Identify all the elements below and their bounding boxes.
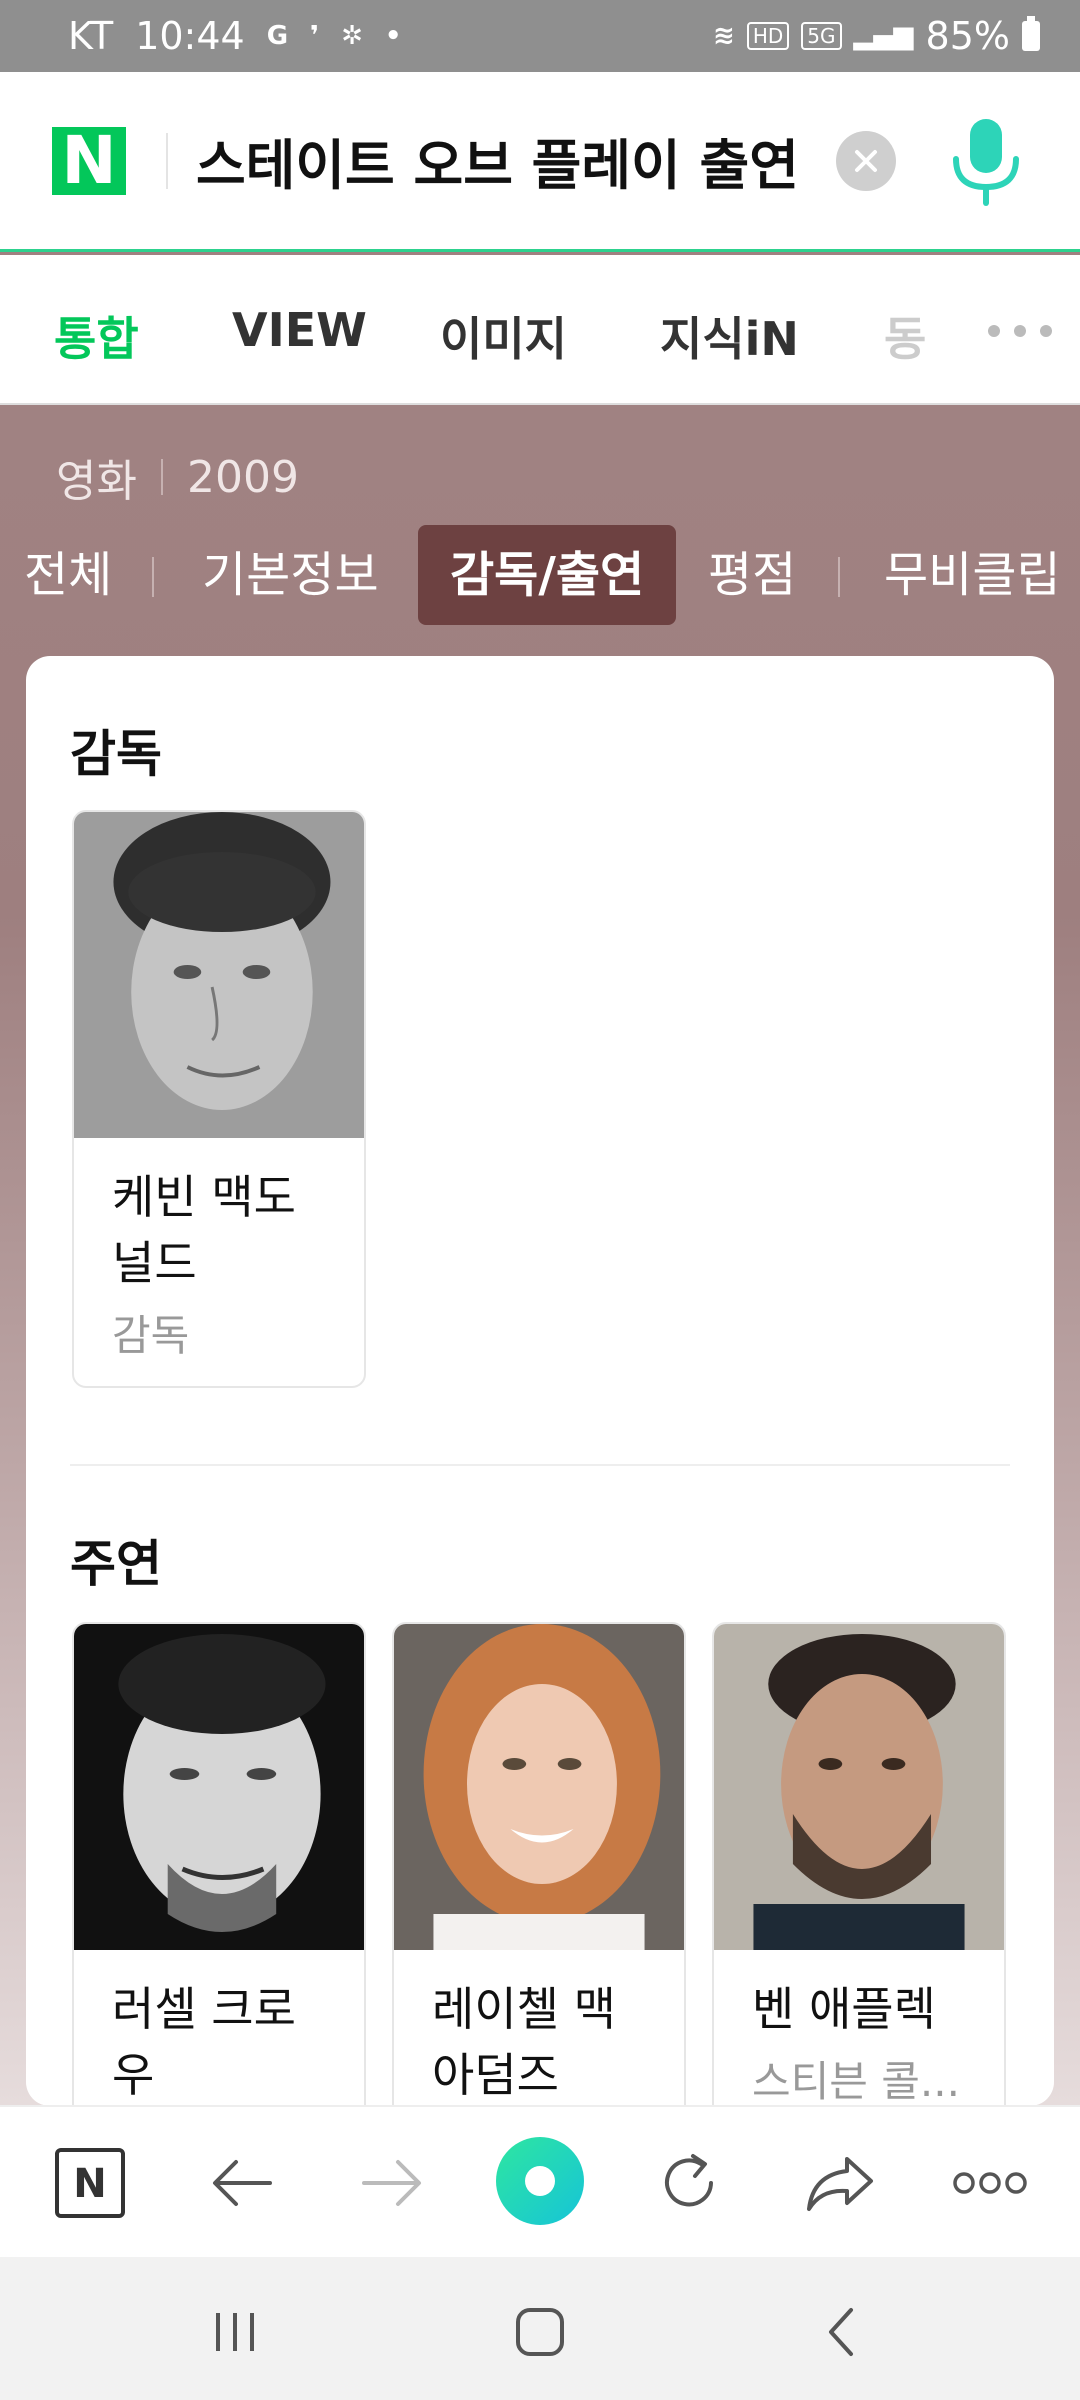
system-back-button[interactable] <box>805 2297 875 2367</box>
refresh-button[interactable] <box>650 2143 730 2223</box>
recents-button[interactable] <box>200 2297 270 2367</box>
tab-integrated[interactable]: 통합 <box>54 303 139 369</box>
svg-text:N: N <box>73 2161 106 2207</box>
tabs-more-button[interactable] <box>988 325 1052 337</box>
person-role: 스티븐 콜... <box>752 2057 960 2106</box>
browser-toolbar: N <box>0 2105 1080 2257</box>
message-icon: ❜ <box>310 21 320 51</box>
person-card-director[interactable]: 케빈 맥도 널드 감독 <box>72 810 366 1388</box>
home-button[interactable] <box>505 2297 575 2367</box>
search-bar: N 스테이트 오브 플레이 출연 <box>0 72 1080 252</box>
movie-year: 2009 <box>186 451 299 503</box>
more-button[interactable] <box>950 2143 1030 2223</box>
hd-badge: HD <box>746 22 790 50</box>
battery-percent: 85% <box>925 14 1010 58</box>
settings-dot-icon: ✲ <box>341 21 363 51</box>
share-button[interactable] <box>800 2143 880 2223</box>
person-card-cast-2[interactable]: 레이첼 맥 아덤즈 <box>392 1622 686 2142</box>
movie-meta: 영화 2009 <box>56 445 299 509</box>
cast-crew-card: 감독 케빈 맥도 널드 감독 주연 러셀 크로 우 레이첼 맥 아덤즈 벤 애플… <box>26 656 1054 2142</box>
green-dot-button[interactable] <box>494 2135 586 2227</box>
movie-genre: 영화 <box>56 456 137 507</box>
home-icon <box>516 2308 564 2356</box>
director-section-title: 감독 <box>70 725 162 783</box>
person-card-cast-3[interactable]: 벤 애플렉 스티븐 콜... <box>712 1622 1006 2142</box>
tab-video[interactable]: 동 <box>884 303 928 369</box>
more-dot-icon <box>988 325 1000 337</box>
person-name: 벤 애플렉 <box>752 1982 936 2036</box>
movie-subtabs: 전체 기본정보 감독/출연 평점 무비클립 <box>0 525 1080 625</box>
director-photo <box>74 812 364 1138</box>
search-input[interactable]: 스테이트 오브 플레이 출연 <box>196 121 806 200</box>
naver-home-icon: N <box>55 2148 125 2218</box>
status-bar: KT 10:44 G ❜ ✲ • ≋ HD 5G ▂▄▆ 85% <box>0 0 1080 72</box>
search-tabs: 통합 VIEW 이미지 지식iN 동 <box>0 255 1080 405</box>
actor-photo <box>714 1624 1004 1950</box>
subtab-basic-info[interactable]: 기본정보 <box>202 525 379 625</box>
person-name: 레이첼 맥 아덤즈 <box>432 1982 616 2102</box>
system-nav-bar <box>0 2257 1080 2400</box>
subtab-ratings[interactable]: 평점 <box>708 525 796 625</box>
tab-images[interactable]: 이미지 <box>440 303 567 369</box>
microphone-icon <box>953 118 1019 206</box>
actor-photo <box>394 1624 684 1950</box>
forward-arrow-icon <box>362 2160 421 2206</box>
clear-button[interactable] <box>836 130 896 191</box>
voice-search-button[interactable] <box>948 115 1024 207</box>
subtab-divider <box>838 557 840 597</box>
battery-icon <box>1022 16 1040 51</box>
tab-view[interactable]: VIEW <box>232 303 367 357</box>
back-button[interactable] <box>202 2143 282 2223</box>
person-name: 러셀 크로 우 <box>112 1982 296 2102</box>
meta-divider <box>160 459 163 495</box>
back-arrow-icon <box>213 2160 272 2206</box>
naver-logo[interactable]: N <box>52 126 126 195</box>
more-icon <box>953 2172 1027 2194</box>
green-dot-icon <box>496 2137 584 2225</box>
time: 10:44 <box>135 14 245 58</box>
back-chevron-icon <box>829 2308 853 2356</box>
more-dot-icon <box>1040 325 1052 337</box>
subtab-divider <box>152 557 154 597</box>
naver-home-button[interactable]: N <box>50 2143 130 2223</box>
refresh-icon <box>665 2154 713 2207</box>
subtab-movie-clip[interactable]: 무비클립 <box>884 525 1060 625</box>
cast-section-title: 주연 <box>70 1535 162 1593</box>
dot-icon: • <box>384 21 402 51</box>
carrier: KT <box>68 14 114 58</box>
actor-photo <box>74 1624 364 1950</box>
close-icon <box>855 149 877 172</box>
section-divider <box>70 1464 1010 1466</box>
subtab-cast-crew[interactable]: 감독/출연 <box>418 525 677 625</box>
5g-badge: 5G <box>801 22 842 50</box>
google-icon: G <box>266 21 289 51</box>
search-divider <box>166 132 168 189</box>
person-role: 감독 <box>112 1311 190 1360</box>
forward-button[interactable] <box>352 2143 432 2223</box>
subtab-all[interactable]: 전체 <box>24 525 112 625</box>
share-icon <box>807 2157 873 2211</box>
more-dot-icon <box>1014 325 1026 337</box>
tab-knowledge-in[interactable]: 지식iN <box>660 303 799 369</box>
person-card-cast-1[interactable]: 러셀 크로 우 <box>72 1622 366 2142</box>
person-name: 케빈 맥도 널드 <box>112 1170 296 1290</box>
recents-icon <box>216 2313 254 2351</box>
signal-icon: ▂▄▆ <box>853 21 914 51</box>
wifi-icon: ≋ <box>713 21 735 51</box>
